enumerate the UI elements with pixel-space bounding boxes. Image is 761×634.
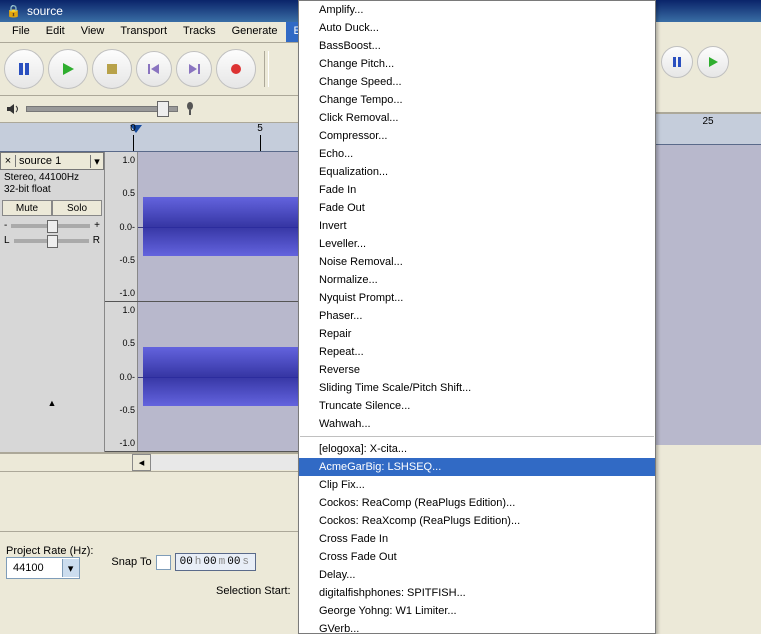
selection-start-label: Selection Start: [216, 585, 291, 597]
amplitude-scale: 1.0 0.5 0.0- -0.5 -1.0 [105, 302, 138, 451]
menu-item[interactable]: George Yohng: W1 Limiter... [299, 602, 655, 620]
menu-item[interactable]: Truncate Silence... [299, 397, 655, 415]
menu-item[interactable]: Change Speed... [299, 73, 655, 91]
gain-slider[interactable]: - + [0, 218, 104, 233]
menu-item[interactable]: Cockos: ReaXcomp (ReaPlugs Edition)... [299, 512, 655, 530]
menu-tracks[interactable]: Tracks [175, 22, 224, 42]
solo-button[interactable]: Solo [52, 200, 102, 216]
project-rate-label: Project Rate (Hz): [6, 545, 93, 557]
amplitude-scale: 1.0 0.5 0.0- -0.5 -1.0 [105, 152, 138, 301]
stop-button[interactable] [92, 49, 132, 89]
menu-item[interactable]: Cross Fade In [299, 530, 655, 548]
lock-icon: 🔒 [6, 4, 21, 18]
ruler-label: 5 [257, 123, 263, 134]
menu-item[interactable]: Invert [299, 217, 655, 235]
menu-view[interactable]: View [73, 22, 113, 42]
scale-label: 0.5 [107, 338, 135, 348]
menu-item[interactable]: Reverse [299, 361, 655, 379]
menu-item[interactable]: Fade In [299, 181, 655, 199]
menu-item[interactable]: Leveller... [299, 235, 655, 253]
scroll-left-icon[interactable]: ◂ [132, 454, 151, 471]
selection-start-field[interactable]: 00h 00m 00s [175, 553, 256, 571]
menu-item[interactable]: [elogoxa]: X-cita... [299, 440, 655, 458]
menu-item[interactable]: Sliding Time Scale/Pitch Shift... [299, 379, 655, 397]
menu-item[interactable]: Delay... [299, 566, 655, 584]
track-control-panel: × source 1 ▾ Stereo, 44100Hz 32-bit floa… [0, 152, 105, 452]
project-rate-combo[interactable]: 44100 ▾ [6, 557, 80, 579]
menu-item[interactable]: Auto Duck... [299, 19, 655, 37]
speaker-icon [6, 103, 20, 115]
mute-button[interactable]: Mute [2, 200, 52, 216]
timeline-ruler[interactable]: 25 [655, 113, 761, 145]
menu-item[interactable]: Normalize... [299, 271, 655, 289]
scale-label: -0.5 [107, 255, 135, 265]
snap-to-checkbox[interactable] [156, 555, 171, 570]
slider-thumb[interactable] [47, 235, 58, 248]
mic-icon [184, 102, 196, 116]
menu-item[interactable]: BassBoost... [299, 37, 655, 55]
scale-label: 0.0- [107, 372, 135, 382]
snap-to-label: Snap To [111, 556, 151, 568]
project-rate-value: 44100 [7, 562, 62, 574]
adjacent-window-strip: 25 [654, 22, 761, 633]
menu-transport[interactable]: Transport [112, 22, 175, 42]
menu-edit[interactable]: Edit [38, 22, 73, 42]
toolbar-divider [264, 51, 269, 87]
effect-menu-dropdown: Amplify...Auto Duck...BassBoost...Change… [298, 0, 656, 634]
ruler-label: 0 [130, 123, 136, 134]
scale-label: 0.0- [107, 222, 135, 232]
menu-item[interactable]: Equalization... [299, 163, 655, 181]
play-button[interactable] [697, 46, 729, 78]
menu-item[interactable]: Amplify... [299, 1, 655, 19]
track-header[interactable]: × source 1 ▾ [0, 152, 104, 170]
track-format: Stereo, 44100Hz 32-bit float [0, 170, 104, 198]
slider-thumb[interactable] [157, 101, 169, 117]
menu-item[interactable]: Noise Removal... [299, 253, 655, 271]
menu-file[interactable]: File [4, 22, 38, 42]
track-name[interactable]: source 1 [16, 155, 90, 167]
menu-generate[interactable]: Generate [224, 22, 286, 42]
menu-item[interactable]: Compressor... [299, 127, 655, 145]
menu-item[interactable]: Echo... [299, 145, 655, 163]
menu-item[interactable]: Fade Out [299, 199, 655, 217]
scale-label: -1.0 [107, 438, 135, 448]
output-volume-slider[interactable] [26, 106, 178, 112]
menu-separator [300, 436, 654, 437]
menu-item[interactable]: AcmeGarBig: LSHSEQ... [299, 458, 655, 476]
menu-item[interactable]: Click Removal... [299, 109, 655, 127]
scale-label: -0.5 [107, 405, 135, 415]
pause-button[interactable] [4, 49, 44, 89]
ruler-tick [260, 135, 261, 151]
menu-item[interactable]: Nyquist Prompt... [299, 289, 655, 307]
scale-label: 1.0 [107, 305, 135, 315]
waveform[interactable] [655, 145, 761, 445]
track-close-button[interactable]: × [1, 155, 16, 167]
pause-button[interactable] [661, 46, 693, 78]
menu-item[interactable]: Repair [299, 325, 655, 343]
slider-thumb[interactable] [47, 220, 58, 233]
scale-label: -1.0 [107, 288, 135, 298]
scale-label: 0.5 [107, 188, 135, 198]
window-title: source [27, 4, 63, 18]
skip-end-button[interactable] [176, 51, 212, 87]
menu-item[interactable]: Repeat... [299, 343, 655, 361]
chevron-down-icon[interactable]: ▾ [62, 559, 79, 577]
track-collapse-button[interactable]: ▲ [0, 248, 104, 452]
pan-slider[interactable]: L R [0, 233, 104, 248]
scale-label: 1.0 [107, 155, 135, 165]
menu-item[interactable]: Clip Fix... [299, 476, 655, 494]
menu-item[interactable]: Phaser... [299, 307, 655, 325]
play-button[interactable] [48, 49, 88, 89]
skip-start-button[interactable] [136, 51, 172, 87]
ruler-tick [133, 135, 134, 151]
record-button[interactable] [216, 49, 256, 89]
menu-item[interactable]: Cross Fade Out [299, 548, 655, 566]
menu-item[interactable]: Change Tempo... [299, 91, 655, 109]
menu-item[interactable]: Change Pitch... [299, 55, 655, 73]
track-menu-chevron-icon[interactable]: ▾ [90, 155, 103, 168]
menu-item[interactable]: digitalfishphones: SPITFISH... [299, 584, 655, 602]
menu-item[interactable]: GVerb... [299, 620, 655, 634]
menu-item[interactable]: Wahwah... [299, 415, 655, 433]
menu-item[interactable]: Cockos: ReaComp (ReaPlugs Edition)... [299, 494, 655, 512]
